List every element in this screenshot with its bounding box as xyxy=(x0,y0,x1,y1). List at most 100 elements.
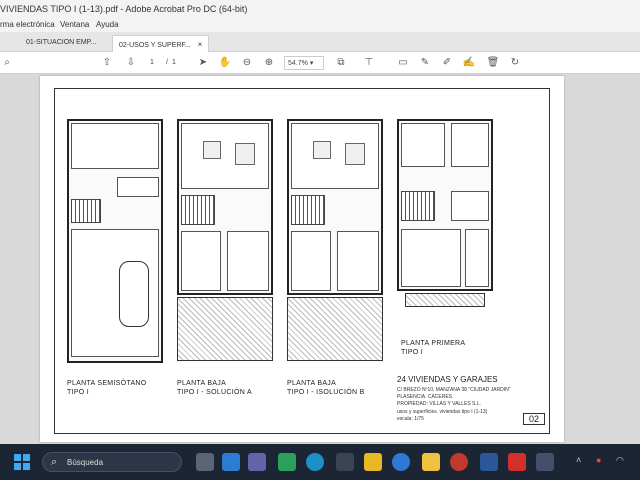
fit-page-icon[interactable]: ⧉ xyxy=(334,56,348,70)
dining-furniture xyxy=(235,143,255,165)
floor-plan-primera xyxy=(397,119,493,291)
garden-hatch xyxy=(177,297,273,361)
zoom-value: 54.7% xyxy=(288,60,308,67)
plan-room xyxy=(451,123,489,167)
notification-icon[interactable]: ● xyxy=(596,455,601,465)
search-placeholder: Búsqueda xyxy=(67,458,104,467)
word-icon[interactable] xyxy=(480,453,498,471)
plan-room xyxy=(451,191,489,221)
page-separator: / xyxy=(166,59,168,66)
plan-label-line2: TIPO I xyxy=(401,349,424,356)
page-total: 1 xyxy=(172,59,176,66)
close-icon[interactable]: × xyxy=(198,40,203,49)
toolbar: ⌕ ⇧ ⇩ 1 / 1 ➤ ✋ ⊖ ⊕ 54.7% ▾ ⧉ ⊤ ▭ ✎ ✐ ✍ … xyxy=(0,52,640,74)
menu-item-firma[interactable]: rma electrónica xyxy=(0,20,55,29)
plan-room xyxy=(291,123,379,189)
zoom-out-icon[interactable]: ⊖ xyxy=(240,56,254,70)
search-icon: ⌕ xyxy=(51,456,58,468)
wifi-icon[interactable]: ◠ xyxy=(616,455,624,466)
plan-label-line2: TIPO I - SOLUCIÓN A xyxy=(177,389,252,396)
browser-icon[interactable] xyxy=(392,453,410,471)
comment-icon[interactable]: ▭ xyxy=(396,56,410,70)
plan-stairs xyxy=(401,191,435,221)
tab-situacion[interactable]: 01-SITUACION EMP... xyxy=(20,35,102,52)
plan-stairs xyxy=(181,195,215,225)
windows-logo-icon[interactable] xyxy=(14,454,30,470)
sticky-notes-icon[interactable] xyxy=(364,453,382,471)
plan-room xyxy=(401,229,461,287)
sheet-description: usos y superficies. viviendas tipo I (1-… xyxy=(397,409,487,423)
dining-furniture xyxy=(345,143,365,165)
file-explorer-icon[interactable] xyxy=(422,453,440,471)
garden-hatch xyxy=(287,297,383,361)
owner-line: PROPIEDAD: VILLAS Y VALLES S.L. xyxy=(397,401,481,407)
sheet-number: 02 xyxy=(523,413,545,425)
app-icon[interactable] xyxy=(536,453,554,471)
zoom-in-icon[interactable]: ⊕ xyxy=(262,56,276,70)
tab-label: 01-SITUACION EMP... xyxy=(26,39,97,46)
plan-label: PLANTA SEMISÓTANO TIPO I xyxy=(67,379,147,397)
select-cursor-icon[interactable]: ➤ xyxy=(196,56,210,70)
plan-room xyxy=(337,231,379,291)
plan-label-line2: TIPO I xyxy=(67,389,90,396)
car-icon xyxy=(119,261,149,327)
sheet-title: 24 VIVIENDAS Y GARAJES xyxy=(397,375,498,384)
hand-tool-icon[interactable]: ✋ xyxy=(218,56,232,70)
mail-icon[interactable] xyxy=(222,453,240,471)
document-viewer[interactable]: PLANTA SEMISÓTANO TIPO I PLANTA BAJA TIP… xyxy=(0,74,640,444)
plan-room xyxy=(291,231,331,291)
plan-label-line1: PLANTA SEMISÓTANO xyxy=(67,380,147,387)
previous-page-icon[interactable]: ⇧ xyxy=(100,56,114,70)
stamp-icon[interactable]: ⊤ xyxy=(362,56,376,70)
taskbar-search[interactable]: ⌕ Búsqueda xyxy=(42,452,182,472)
plan-room xyxy=(401,123,445,167)
menu-bar: rma electrónica Ventana Ayuda xyxy=(0,18,640,32)
task-view-icon[interactable] xyxy=(196,453,214,471)
window-titlebar: VIVIENDAS TIPO I (1-13).pdf - Adobe Acro… xyxy=(0,0,640,18)
plan-room xyxy=(117,177,159,197)
trash-icon[interactable]: 🗑 xyxy=(486,56,500,70)
next-page-icon[interactable]: ⇩ xyxy=(124,56,138,70)
plan-label-line2: TIPO I - ISOLUCIÓN B xyxy=(287,389,365,396)
pen-icon[interactable]: ✎ xyxy=(418,56,432,70)
app-icon[interactable] xyxy=(450,453,468,471)
terrace-hatch xyxy=(405,293,485,307)
sign-icon[interactable]: ✍ xyxy=(462,56,476,70)
search-icon[interactable]: ⌕ xyxy=(0,56,14,70)
table-furniture xyxy=(203,141,221,159)
table-furniture xyxy=(313,141,331,159)
pdf-page: PLANTA SEMISÓTANO TIPO I PLANTA BAJA TIP… xyxy=(40,76,564,442)
address-line: PLASENCIA. CÁCERES xyxy=(397,394,453,400)
floor-plan-baja-b xyxy=(287,119,383,295)
page-number-input[interactable]: 1 xyxy=(150,56,154,70)
sheet-address: C/ BREZO Nº10, MANZANA 38 "CIUDAD JARDIN… xyxy=(397,387,510,408)
teams-icon[interactable] xyxy=(248,453,266,471)
calculator-icon[interactable] xyxy=(336,453,354,471)
plan-label: PLANTA BAJA TIPO I - ISOLUCIÓN B xyxy=(287,379,365,397)
plan-stairs xyxy=(291,195,325,225)
document-tab-bar: 01-SITUACION EMP... 02-USOS Y SUPERF... … xyxy=(0,32,640,52)
plan-room xyxy=(465,229,489,287)
rotate-icon[interactable]: ↻ xyxy=(508,56,522,70)
plan-label-line1: PLANTA PRIMERA xyxy=(401,340,466,347)
plan-stairs xyxy=(71,199,101,223)
plan-room xyxy=(71,123,159,169)
description-line: usos y superficies. viviendas tipo I (1-… xyxy=(397,409,488,415)
acrobat-icon[interactable] xyxy=(508,453,526,471)
plan-label-line1: PLANTA BAJA xyxy=(287,380,337,387)
menu-item-ventana[interactable]: Ventana xyxy=(60,20,89,29)
menu-item-ayuda[interactable]: Ayuda xyxy=(96,20,119,29)
zoom-level-select[interactable]: 54.7% ▾ xyxy=(284,56,324,70)
windows-taskbar: ⌕ Búsqueda ˄ ● ◠ xyxy=(0,444,640,480)
tab-usos-superficies[interactable]: 02-USOS Y SUPERF... × xyxy=(112,35,210,52)
floor-plan-baja-a xyxy=(177,119,273,295)
chevron-up-icon[interactable]: ˄ xyxy=(576,455,581,465)
tab-label: 02-USOS Y SUPERF... xyxy=(119,42,191,49)
floor-plan-semisotano xyxy=(67,119,163,363)
plan-label: PLANTA BAJA TIPO I - SOLUCIÓN A xyxy=(177,379,252,397)
edge-icon[interactable] xyxy=(306,453,324,471)
chevron-down-icon: ▾ xyxy=(309,60,314,67)
store-icon[interactable] xyxy=(278,453,296,471)
highlight-icon[interactable]: ✐ xyxy=(440,56,454,70)
plan-label-line1: PLANTA BAJA xyxy=(177,380,227,387)
